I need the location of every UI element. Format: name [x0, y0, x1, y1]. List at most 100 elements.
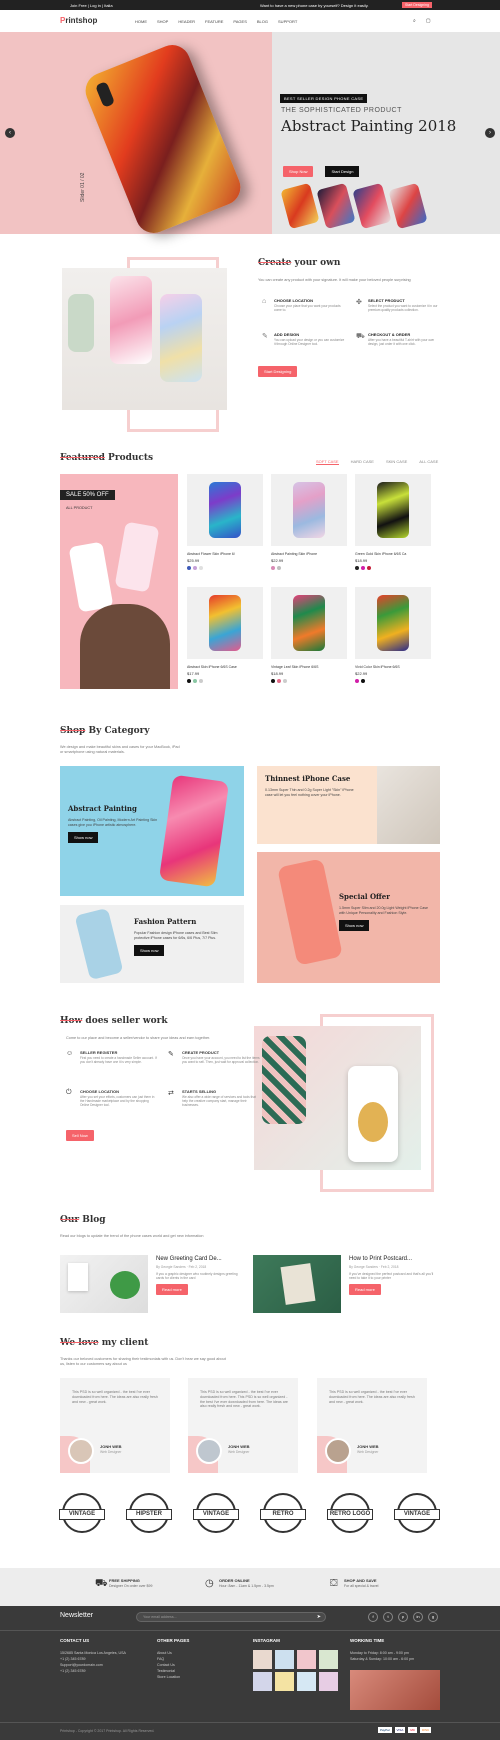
nav-shop[interactable]: SHOP — [157, 19, 168, 24]
nav-support[interactable]: SUPPORT — [278, 19, 297, 24]
color-swatch[interactable] — [361, 679, 365, 683]
color-swatch[interactable] — [271, 566, 275, 570]
testimonial-card: This PSD is so well organized - the best… — [188, 1378, 298, 1473]
blog-title: Our Blog — [60, 1215, 106, 1225]
product-image — [209, 482, 241, 538]
product-card[interactable]: Green Gold Skin iPhone 6/6S Ca $18.99 — [355, 474, 431, 570]
category-card-fashion[interactable]: Fashion Pattern Popular Fashion design i… — [60, 905, 244, 983]
sale-banner[interactable]: SALE 50% OFF ALL PRODUCT — [60, 474, 178, 689]
google-icon[interactable]: g — [428, 1612, 438, 1622]
linkedin-icon[interactable]: in — [413, 1612, 423, 1622]
nav-feature[interactable]: FEATURE — [205, 19, 223, 24]
social-links: f t p in g — [368, 1612, 438, 1622]
color-swatch[interactable] — [199, 566, 203, 570]
tab-soft-case[interactable]: SOFT CASE — [316, 459, 339, 465]
nav-home[interactable]: HOME — [135, 19, 147, 24]
brand-logo: VINTAGE — [394, 1493, 440, 1533]
sell-icon: ⇄ — [168, 1090, 174, 1097]
tab-all-case[interactable]: ALL CASE — [419, 459, 438, 465]
color-swatch[interactable] — [283, 679, 287, 683]
pinterest-icon[interactable]: p — [398, 1612, 408, 1622]
blog-image[interactable] — [60, 1255, 148, 1313]
fashion-show-now-button[interactable]: Show now — [134, 945, 165, 956]
account-links[interactable]: Join Free | Log in | Italia — [70, 3, 113, 8]
send-icon[interactable]: ➤ — [317, 1614, 321, 1620]
hero-subtitle: THE SOPHISTICATED PRODUCT — [281, 107, 402, 114]
shop-now-button[interactable]: Shop Now — [283, 166, 314, 177]
hero-phone-case-image — [80, 39, 246, 239]
color-swatch[interactable] — [361, 566, 365, 570]
product-card[interactable]: Abstract Skin iPhone 6/6S Case $17.99 — [187, 587, 263, 683]
create-photo — [62, 268, 227, 410]
hero-badge: BEST SELLER DESIGN PHONE CASE — [280, 94, 368, 103]
design-icon: ✎ — [262, 333, 268, 340]
category-card-abstract[interactable]: Abstract Painting Abstract Painting, Oil… — [60, 766, 244, 896]
start-designing-button-2[interactable]: Start Designing — [258, 366, 298, 377]
nav-header[interactable]: HEADER — [178, 19, 195, 24]
featured-title: Featured Products — [60, 453, 154, 463]
color-swatch[interactable] — [277, 566, 281, 570]
nav-pages[interactable]: PAGES — [233, 19, 247, 24]
start-designing-button[interactable]: Start Designing — [402, 2, 432, 8]
cart-icon[interactable]: ▢ — [426, 18, 431, 24]
color-swatch[interactable] — [187, 566, 191, 570]
copyright: Printshop - Copyright © 2017 Printshop. … — [60, 1729, 155, 1733]
search-icon[interactable]: ⌕ — [413, 18, 416, 24]
header: Printshop HOME SHOP HEADER FEATURE PAGES… — [0, 10, 500, 32]
read-more-button[interactable]: Read more — [156, 1284, 188, 1296]
category-card-thinnest[interactable]: Thinnest iPhone Case 0.13mm Super Thin a… — [257, 766, 440, 844]
category-card-special[interactable]: Special Offer 1.5mm Super Slim and 20.0g… — [257, 852, 440, 983]
footer-link[interactable]: Store Location — [157, 1674, 189, 1680]
newsletter-email-field[interactable]: Your email address... ➤ — [136, 1612, 326, 1622]
main-nav: HOME SHOP HEADER FEATURE PAGES BLOG SUPP… — [135, 19, 297, 24]
facebook-icon[interactable]: f — [368, 1612, 378, 1622]
client-title: We love my client — [60, 1338, 149, 1348]
footer-working-time: WORKING TIME Monday to Friday: 8:00 am -… — [350, 1638, 440, 1710]
abstract-show-now-button[interactable]: Show now — [68, 832, 99, 843]
mastercard-icon: MC — [408, 1727, 418, 1733]
product-card[interactable]: Vivid Color Skin iPhone 6/6S $22.99 — [355, 587, 431, 683]
slider-next-arrow[interactable]: › — [485, 128, 495, 138]
create-title: Create your own — [258, 258, 341, 268]
color-swatch[interactable] — [199, 679, 203, 683]
twitter-icon[interactable]: t — [383, 1612, 393, 1622]
nav-blog[interactable]: BLOG — [257, 19, 268, 24]
paypal-icon: PayPal — [378, 1727, 392, 1733]
color-swatch[interactable] — [187, 679, 191, 683]
product-image — [377, 482, 409, 538]
product-card[interactable]: Abstract Painting Skin iPhone $22.99 — [271, 474, 347, 570]
blog-desc: Read our blogs to update the trend of th… — [60, 1234, 204, 1238]
brand-logo: VINTAGE — [193, 1493, 239, 1533]
color-swatch[interactable] — [277, 679, 281, 683]
color-swatch[interactable] — [367, 566, 371, 570]
read-more-button[interactable]: Read more — [349, 1284, 381, 1296]
blog-image[interactable] — [253, 1255, 341, 1313]
category-desc: We design and make beautiful skins and c… — [60, 745, 180, 754]
special-show-now-button[interactable]: Show now — [339, 920, 370, 931]
bag-icon: ⛋ — [330, 1578, 338, 1589]
avatar — [196, 1438, 222, 1464]
hero-thumbnails — [280, 182, 428, 230]
color-swatch[interactable] — [355, 566, 359, 570]
testimonial-card: This PSD is so well organized - the best… — [60, 1378, 170, 1473]
color-swatch[interactable] — [193, 679, 197, 683]
slider-prev-arrow[interactable]: ‹ — [5, 128, 15, 138]
avatar — [68, 1438, 94, 1464]
promo-text: Want to have a new phone case by yoursel… — [260, 3, 369, 8]
sell-now-button[interactable]: Sell Now — [66, 1130, 94, 1141]
product-icon: ✤ — [356, 299, 362, 306]
product-card[interactable]: Vintage Leaf Skin iPhone 6/6S $18.99 — [271, 587, 347, 683]
hero-slider: Slider 01 / 02 BEST SELLER DESIGN PHONE … — [0, 32, 500, 239]
post-title[interactable]: How to Print Postcard... — [349, 1256, 437, 1262]
tab-skin-case[interactable]: SKIN CASE — [386, 459, 407, 465]
blog-post-2: How to Print Postcard... By George Sande… — [349, 1256, 437, 1296]
color-swatch[interactable] — [193, 566, 197, 570]
color-swatch[interactable] — [271, 679, 275, 683]
product-card[interactable]: Abstract Flower Skin iPhone 6/$25.99 — [187, 474, 263, 570]
start-design-button[interactable]: Start Design — [325, 166, 360, 177]
post-title[interactable]: New Greeting Card De... — [156, 1256, 241, 1262]
product-tabs: SOFT CASE HARD CASE SKIN CASE ALL CASE — [316, 459, 438, 465]
logo[interactable]: Printshop — [60, 16, 97, 25]
color-swatch[interactable] — [355, 679, 359, 683]
tab-hard-case[interactable]: HARD CASE — [351, 459, 374, 465]
